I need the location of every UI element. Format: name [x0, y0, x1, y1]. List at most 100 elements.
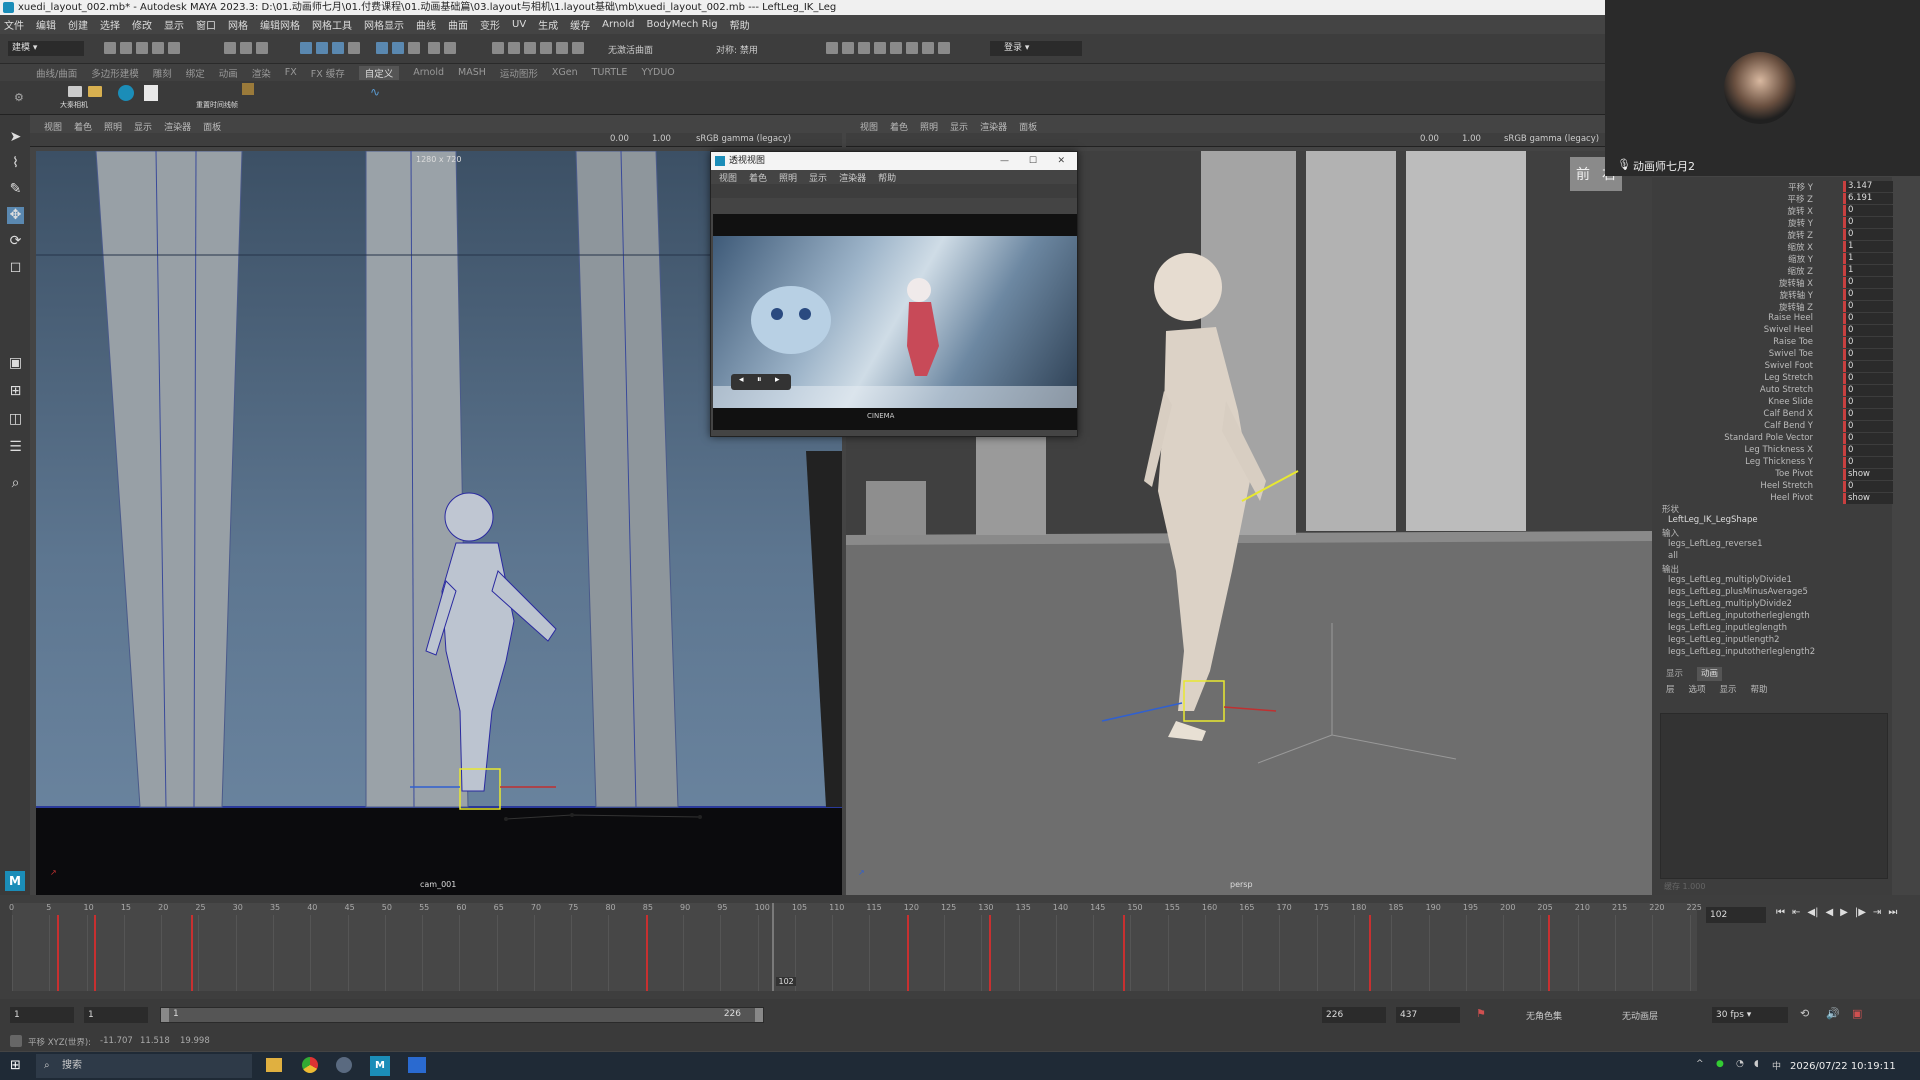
shelf-button-reset-timeline[interactable]: 重置时间线帧 [196, 100, 238, 110]
menu-item[interactable]: 生成 [538, 17, 558, 32]
audio-icon[interactable]: 🔊 [1826, 1007, 1840, 1020]
viewport-menu-item[interactable]: 面板 [203, 120, 221, 133]
channel-value[interactable]: 0 [1843, 373, 1893, 384]
menu-item[interactable]: UV [512, 19, 526, 30]
shelf-tab[interactable]: YYDUO [641, 67, 674, 78]
channel-value[interactable]: 0 [1843, 205, 1893, 216]
channel-row[interactable]: Heel Pivot show [1652, 493, 1893, 505]
menu-item[interactable]: 创建 [68, 17, 88, 32]
chrome-icon[interactable] [302, 1057, 318, 1073]
channel-row[interactable]: Heel Stretch 0 [1652, 481, 1893, 493]
volume-icon[interactable]: ◖ [1754, 1059, 1759, 1069]
viewport-menu-item[interactable]: 着色 [74, 120, 92, 133]
sphere-icon[interactable] [118, 85, 134, 101]
menu-item[interactable]: 视图 [719, 171, 737, 184]
exposure-field[interactable]: 0.00 [1420, 134, 1439, 144]
keyframe-marker[interactable] [1122, 915, 1125, 991]
channel-value[interactable]: 0 [1843, 277, 1893, 288]
exposure-field[interactable]: 0.00 [610, 134, 629, 144]
layer-tab-active[interactable]: 动画 [1697, 667, 1723, 681]
tray-chevron-icon[interactable]: ^ [1696, 1059, 1704, 1069]
shelf-tab[interactable]: 渲染 [252, 66, 271, 80]
menu-item[interactable]: 曲线 [416, 17, 436, 32]
menu-item[interactable]: 窗口 [196, 17, 216, 32]
hypershade-icon[interactable] [540, 42, 552, 54]
document-icon[interactable] [144, 85, 158, 101]
channel-row[interactable]: 旋转 Z 0 [1652, 229, 1893, 241]
menu-item[interactable]: 网格工具 [312, 17, 352, 32]
layer-menu-item[interactable]: 选项 [1689, 683, 1706, 697]
channel-value[interactable]: 0 [1843, 325, 1893, 336]
keyframe-marker[interactable] [1368, 915, 1371, 991]
channel-value[interactable]: 0 [1843, 397, 1893, 408]
shelf-tab[interactable]: Arnold [413, 67, 444, 78]
curve-tool-icon[interactable]: ∿ [370, 85, 380, 99]
menu-item[interactable]: 显示 [164, 17, 184, 32]
scale-tool-icon[interactable]: ◻ [7, 259, 24, 276]
windows-start-icon[interactable]: ⊞ [10, 1058, 21, 1073]
go-to-end-icon[interactable]: ⏭ [1888, 907, 1897, 918]
floating-window-titlebar[interactable]: 透视视图 — ☐ ✕ [711, 152, 1077, 170]
channel-value[interactable]: 0 [1843, 301, 1893, 312]
keyframe-marker[interactable] [906, 915, 909, 991]
channel-row[interactable]: 旋转 X 0 [1652, 205, 1893, 217]
channel-row[interactable]: Raise Heel 0 [1652, 313, 1893, 325]
channel-value[interactable]: 0 [1843, 385, 1893, 396]
output-node[interactable]: legs_LeftLeg_inputleglength [1668, 623, 1787, 633]
channel-value[interactable]: 1 [1843, 241, 1893, 252]
menu-item[interactable]: 照明 [779, 171, 797, 184]
channel-row[interactable]: 缩放 X 1 [1652, 241, 1893, 253]
output-node[interactable]: legs_LeftLeg_plusMinusAverage5 [1668, 587, 1808, 597]
step-back-key-icon[interactable]: ⇤ [1792, 907, 1800, 918]
cache-icon[interactable]: ▣ [1852, 1007, 1862, 1020]
taskbar-search[interactable]: ⌕ 搜索 [36, 1054, 252, 1078]
wechat-tray-icon[interactable]: ● [1716, 1059, 1724, 1069]
menu-item[interactable]: 帮助 [730, 17, 750, 32]
channel-value[interactable]: 1 [1843, 253, 1893, 264]
outliner-layout-icon[interactable]: ☰ [7, 439, 24, 456]
new-scene-icon[interactable] [104, 42, 116, 54]
range-handle-right[interactable] [755, 1008, 763, 1022]
floating-viewport-window[interactable]: 透视视图 — ☐ ✕ 视图 着色 照明 显示 渲染器 帮助 ◂ ⏸ ▸ CINE… [710, 151, 1078, 437]
output-node[interactable]: legs_LeftLeg_multiplyDivide1 [1668, 575, 1792, 585]
menu-item[interactable]: 网格 [228, 17, 248, 32]
login-dropdown[interactable]: 登录 ▾ [990, 41, 1082, 56]
keyframe-marker[interactable] [1547, 915, 1550, 991]
channel-value[interactable]: show [1843, 493, 1893, 504]
lasso-tool-icon[interactable]: ⌇ [7, 155, 24, 172]
shelf-tab[interactable]: 雕刻 [153, 66, 172, 80]
mode-selector[interactable]: 建模 ▾ [8, 41, 84, 56]
outliner-icon[interactable] [842, 42, 854, 54]
light-editor-icon[interactable] [572, 42, 584, 54]
channel-row[interactable]: Swivel Foot 0 [1652, 361, 1893, 373]
keyframe-marker[interactable] [94, 915, 96, 991]
input-node[interactable]: all [1668, 551, 1678, 561]
anim-start-field[interactable]: 1 [84, 1007, 148, 1023]
magnet-icon[interactable] [444, 42, 456, 54]
history-icon[interactable] [376, 42, 388, 54]
shelf-tab[interactable]: 曲线/曲面 [36, 66, 77, 80]
menu-item[interactable]: 修改 [132, 17, 152, 32]
viewport-menu-item[interactable]: 视图 [44, 120, 62, 133]
channel-row[interactable]: Swivel Toe 0 [1652, 349, 1893, 361]
viewcube-front[interactable]: 前 [1576, 164, 1590, 184]
media-controls[interactable]: ◂ ⏸ ▸ [731, 374, 791, 390]
menu-item[interactable]: 网格显示 [364, 17, 404, 32]
channel-row[interactable]: 缩放 Z 1 [1652, 265, 1893, 277]
layer-list[interactable] [1660, 713, 1888, 879]
character-set-dropdown[interactable]: 无角色集 [1526, 1009, 1562, 1022]
menu-item[interactable]: 选择 [100, 17, 120, 32]
channel-value[interactable]: 0 [1843, 457, 1893, 468]
snap-curve-icon[interactable] [316, 42, 328, 54]
channel-value[interactable]: 0 [1843, 481, 1893, 492]
channel-value[interactable]: 0 [1843, 409, 1893, 420]
menu-item[interactable]: 着色 [749, 171, 767, 184]
pause-icon[interactable] [938, 42, 950, 54]
shelf-tab[interactable]: XGen [552, 67, 578, 78]
layer-menu-item[interactable]: 显示 [1720, 683, 1737, 697]
channel-value[interactable]: 6.191 [1843, 193, 1893, 204]
output-node[interactable]: legs_LeftLeg_multiplyDivide2 [1668, 599, 1792, 609]
channel-value[interactable]: 0 [1843, 289, 1893, 300]
step-forward-key-icon[interactable]: ⇥ [1873, 907, 1881, 918]
render-settings-icon[interactable] [524, 42, 536, 54]
